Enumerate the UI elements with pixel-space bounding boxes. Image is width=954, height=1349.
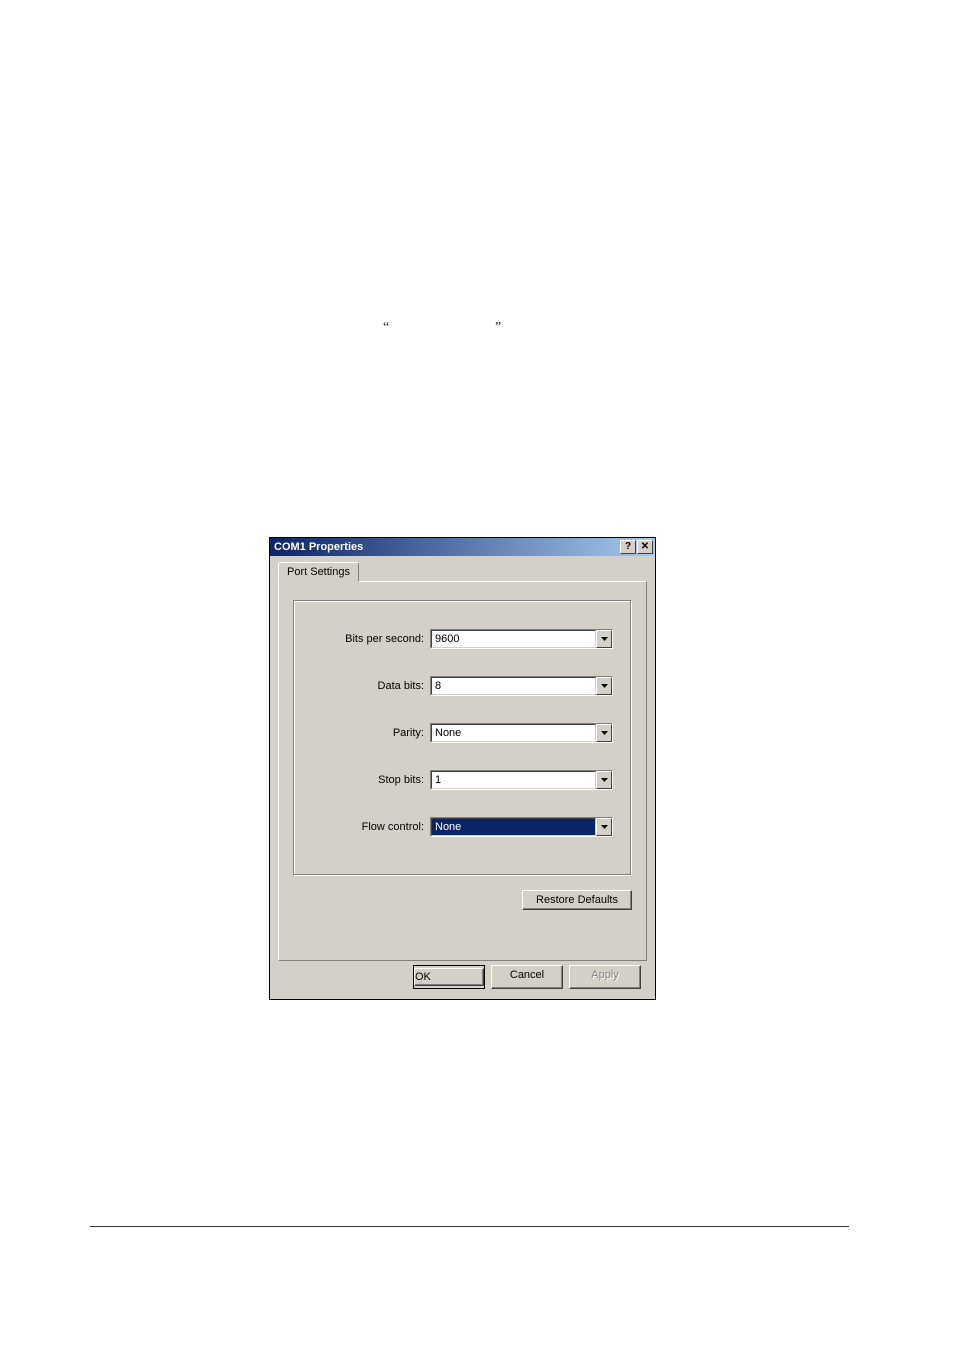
chevron-down-icon[interactable]: [596, 771, 612, 789]
row-bits-per-second: Bits per second: 9600: [312, 629, 613, 649]
row-parity: Parity: None: [312, 723, 613, 743]
titlebar-buttons: ? ✕: [620, 540, 653, 554]
combo-stop-bits[interactable]: 1: [430, 770, 613, 790]
combo-value: None: [431, 724, 596, 742]
stray-close-quote: ”: [495, 320, 501, 336]
tab-strip: Port Settings: [278, 562, 647, 582]
label-bits-per-second: Bits per second:: [312, 633, 430, 645]
help-button[interactable]: ?: [620, 540, 636, 554]
restore-row: Restore Defaults: [293, 890, 632, 910]
label-data-bits: Data bits:: [312, 680, 430, 692]
ok-button-label: OK: [414, 968, 484, 986]
settings-group: Bits per second: 9600 Data bits: 8: [293, 600, 632, 876]
tab-port-settings[interactable]: Port Settings: [278, 562, 359, 582]
combo-value: None: [431, 818, 596, 836]
chevron-down-icon[interactable]: [596, 677, 612, 695]
label-parity: Parity:: [312, 727, 430, 739]
footer-rule: [90, 1226, 849, 1227]
combo-bits-per-second[interactable]: 9600: [430, 629, 613, 649]
label-stop-bits: Stop bits:: [312, 774, 430, 786]
row-stop-bits: Stop bits: 1: [312, 770, 613, 790]
combo-value: 9600: [431, 630, 596, 648]
stray-open-quote: “: [383, 320, 389, 336]
combo-flow-control[interactable]: None: [430, 817, 613, 837]
tab-area: Port Settings Bits per second: 9600 Data…: [270, 556, 655, 969]
titlebar-text: COM1 Properties: [274, 541, 363, 553]
chevron-down-icon[interactable]: [596, 630, 612, 648]
combo-parity[interactable]: None: [430, 723, 613, 743]
close-button[interactable]: ✕: [637, 540, 653, 554]
restore-defaults-button[interactable]: Restore Defaults: [522, 890, 632, 910]
cancel-button[interactable]: Cancel: [491, 965, 563, 989]
row-flow-control: Flow control: None: [312, 817, 613, 837]
label-flow-control: Flow control:: [312, 821, 430, 833]
apply-button: Apply: [569, 965, 641, 989]
chevron-down-icon[interactable]: [596, 724, 612, 742]
tab-panel: Bits per second: 9600 Data bits: 8: [278, 581, 647, 961]
chevron-down-icon[interactable]: [596, 818, 612, 836]
combo-value: 8: [431, 677, 596, 695]
combo-data-bits[interactable]: 8: [430, 676, 613, 696]
com1-properties-dialog: COM1 Properties ? ✕ Port Settings Bits p…: [269, 537, 656, 1000]
ok-button[interactable]: OK: [413, 965, 485, 989]
titlebar: COM1 Properties ? ✕: [270, 538, 655, 556]
dialog-buttons: OK Cancel Apply: [413, 965, 641, 989]
combo-value: 1: [431, 771, 596, 789]
row-data-bits: Data bits: 8: [312, 676, 613, 696]
